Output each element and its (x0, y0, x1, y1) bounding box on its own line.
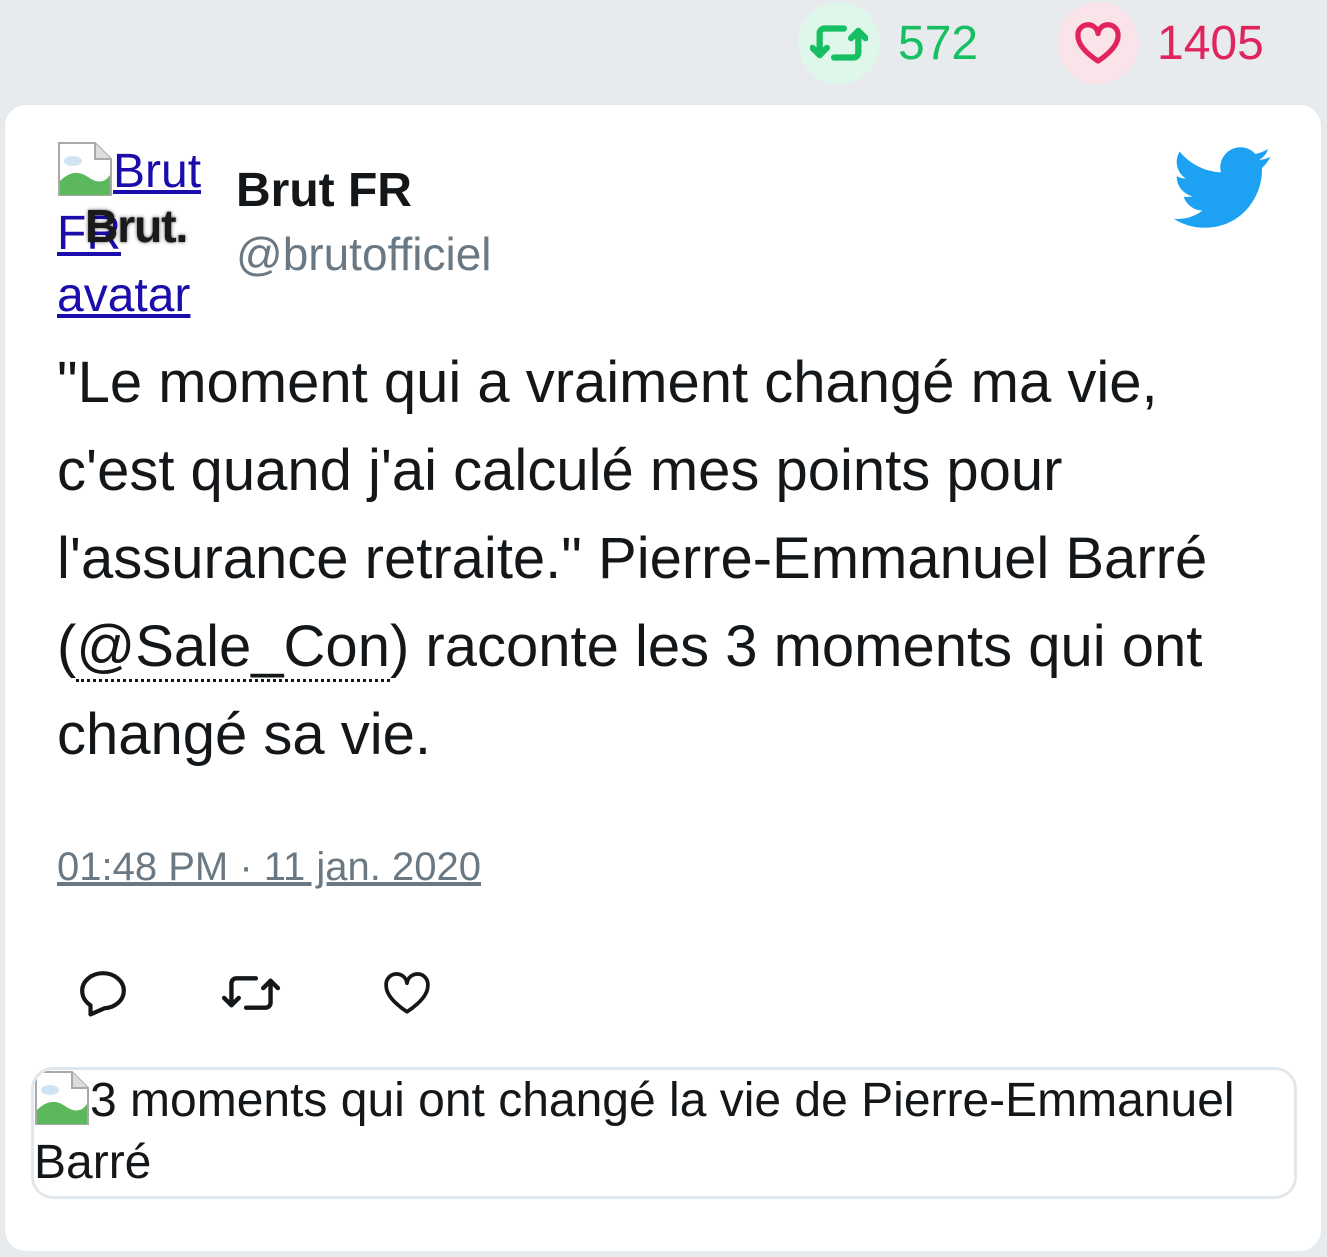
tweet-card: Brut FR avatar Brut. Brut FR @brutofficiel… (4, 104, 1322, 1252)
heart-icon[interactable] (1057, 2, 1139, 84)
avatar-link[interactable]: Brut FR avatar (57, 142, 202, 322)
media-alt-text: 3 moments qui ont changé la vie de Pierr… (34, 1074, 1235, 1189)
author-name[interactable]: Brut FR (236, 163, 412, 218)
twitter-bird-icon[interactable] (1173, 147, 1273, 229)
avatar-alt-line1: Brut (113, 145, 202, 198)
avatar[interactable]: Brut FR avatar Brut. (57, 141, 217, 322)
media-card[interactable]: 3 moments qui ont changé la vie de Pierr… (31, 1067, 1297, 1199)
broken-image-icon (35, 1071, 89, 1125)
author-handle[interactable]: @brutofficiel (236, 227, 492, 281)
retweet-count: 572 (898, 16, 979, 70)
engagement-stats: 572 1405 (0, 0, 1327, 90)
retweet-stat[interactable]: 572 (798, 0, 978, 86)
like-stat[interactable]: 1405 (1057, 0, 1264, 86)
heart-icon[interactable] (377, 963, 437, 1023)
avatar-alt-line2: FR (57, 207, 121, 260)
avatar-alt-line3: avatar (57, 269, 191, 322)
tweet-text: "Le moment qui a vraiment changé ma vie,… (57, 339, 1257, 779)
reply-icon[interactable] (73, 963, 133, 1023)
retweet-icon[interactable] (221, 963, 281, 1023)
mention-link[interactable]: @Sale_Con (76, 614, 390, 682)
broken-image-icon (58, 142, 112, 196)
like-count: 1405 (1157, 16, 1264, 70)
retweet-icon[interactable] (798, 2, 880, 84)
tweet-timestamp[interactable]: 01:48 PM · 11 jan. 2020 (57, 845, 481, 890)
